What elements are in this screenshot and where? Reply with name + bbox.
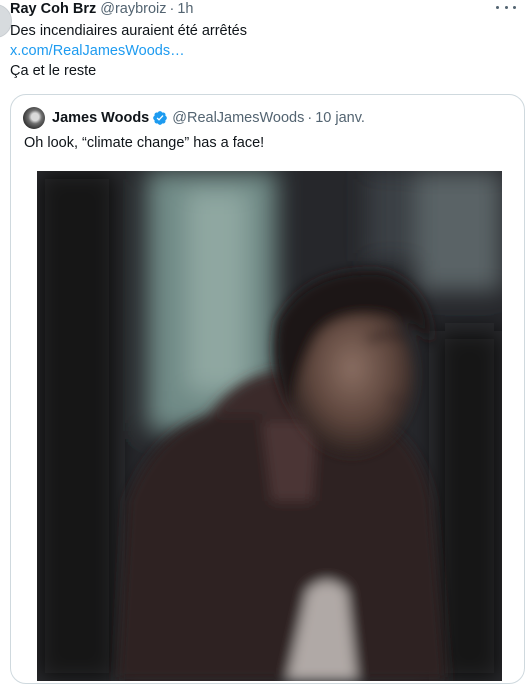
quote-media-image[interactable] bbox=[37, 171, 502, 681]
quote-header-separator: · bbox=[307, 110, 313, 126]
tweet-time[interactable]: 1h bbox=[177, 1, 193, 17]
quoted-tweet-card[interactable]: James Woods @RealJamesWoods · 10 janv. O… bbox=[10, 94, 525, 684]
tweet-text: Des incendiaires auraient été arrêtés x.… bbox=[10, 21, 247, 81]
tweet-link[interactable]: x.com/RealJamesWoods… bbox=[10, 43, 185, 59]
quote-author-handle[interactable]: @RealJamesWoods bbox=[172, 110, 304, 126]
quote-time[interactable]: 10 janv. bbox=[315, 110, 365, 126]
author-handle[interactable]: @raybroiz bbox=[100, 1, 166, 17]
quote-header: James Woods @RealJamesWoods · 10 janv. bbox=[23, 107, 365, 129]
more-dot bbox=[496, 5, 499, 9]
more-dot bbox=[504, 5, 508, 9]
photo-person bbox=[37, 171, 502, 681]
tweet-text-line: Ça et le reste bbox=[10, 63, 97, 79]
verified-badge-icon bbox=[153, 111, 168, 125]
quote-author-name[interactable]: James Woods bbox=[52, 110, 149, 126]
tweet-header: Ray Coh Brz @raybroiz · 1h bbox=[10, 0, 194, 18]
quote-author-avatar[interactable] bbox=[23, 107, 45, 129]
author-name[interactable]: Ray Coh Brz bbox=[10, 1, 96, 17]
tweet-text-line: Des incendiaires auraient été arrêtés bbox=[10, 23, 247, 39]
more-dot bbox=[513, 5, 516, 9]
quote-text: Oh look, “climate change” has a face! bbox=[24, 135, 265, 151]
more-icon[interactable] bbox=[496, 2, 516, 12]
header-separator: · bbox=[169, 1, 175, 17]
